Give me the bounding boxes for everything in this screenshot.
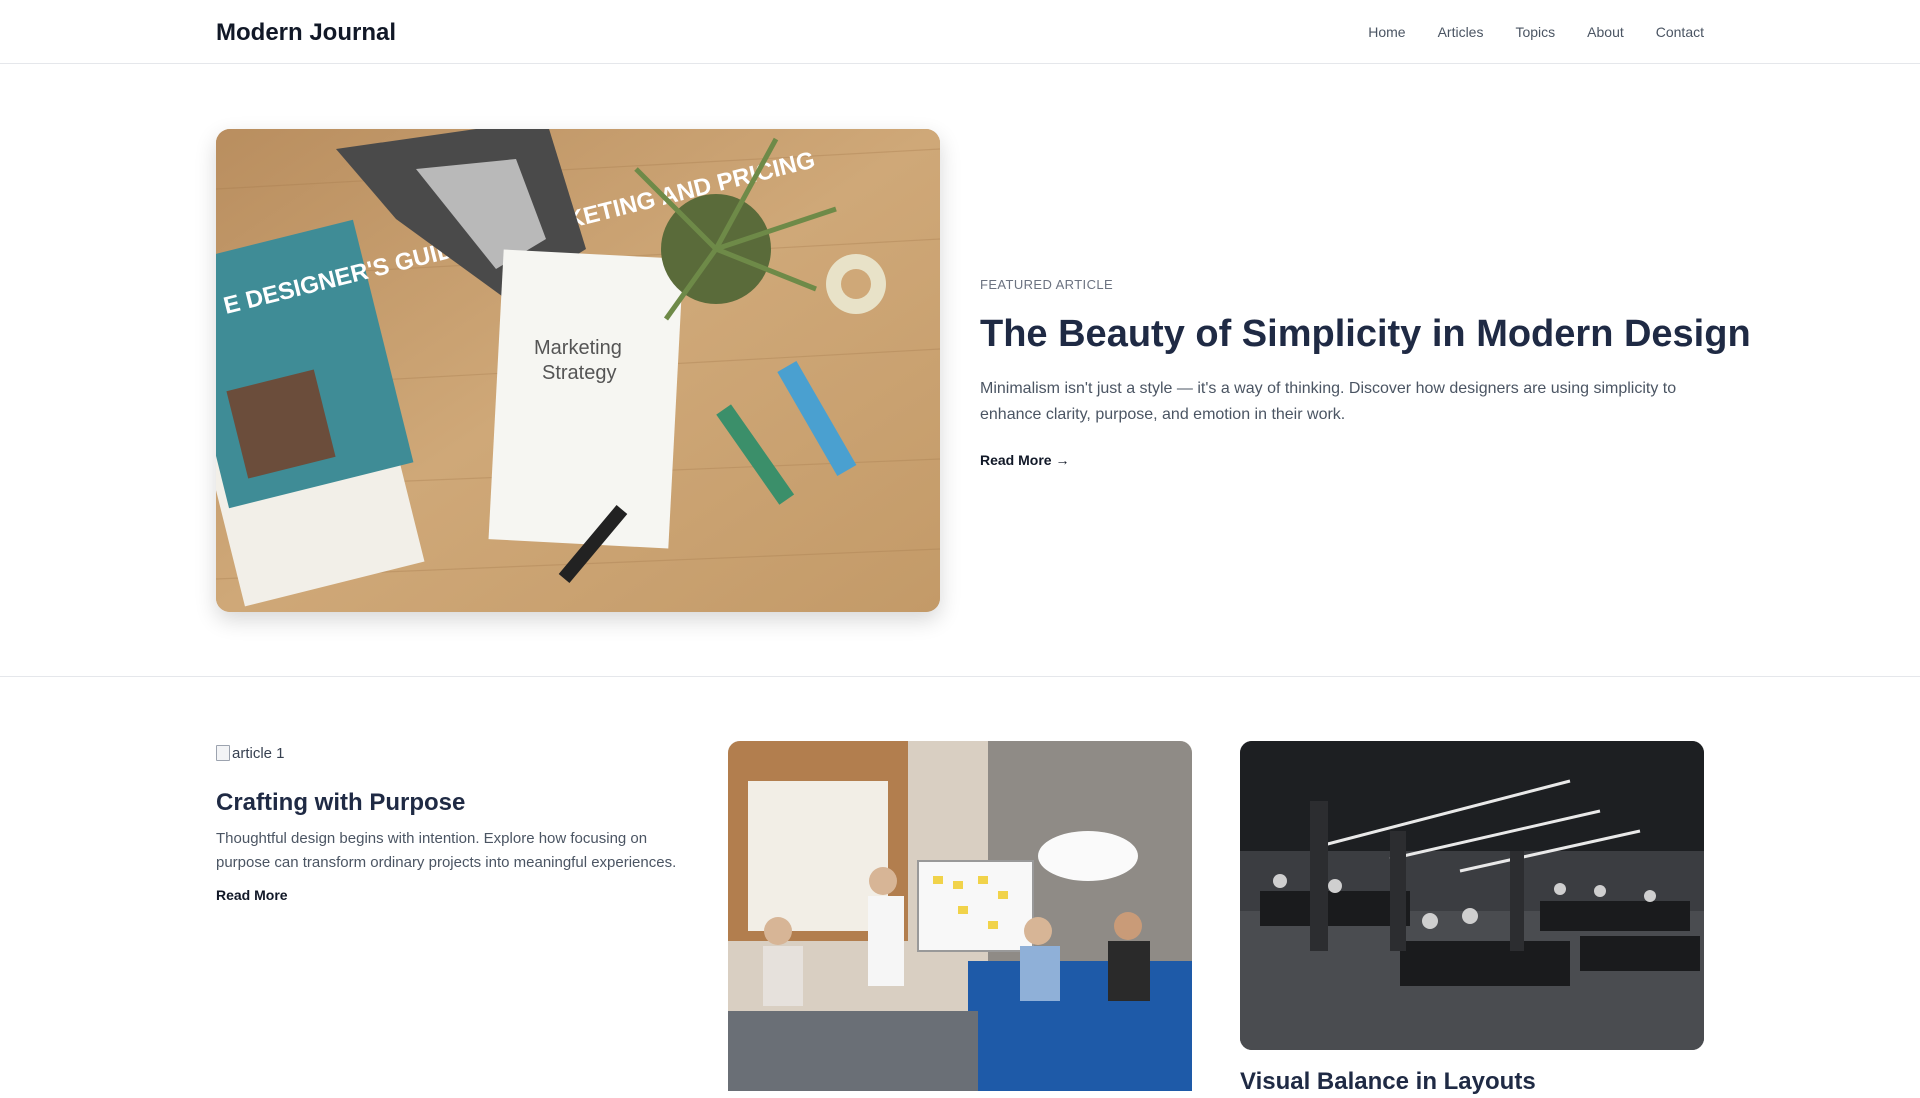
article-2-image[interactable] [728, 741, 1192, 1091]
nav-contact[interactable]: Contact [1656, 22, 1704, 42]
featured-read-more-link[interactable]: Read More → [980, 452, 1069, 468]
article-card-2 [728, 741, 1192, 1091]
nav-articles[interactable]: Articles [1438, 22, 1484, 42]
main-nav: Home Articles Topics About Contact [1368, 22, 1704, 42]
site-logo[interactable]: Modern Journal [216, 18, 396, 48]
article-3-photo [1240, 741, 1704, 1050]
nav-about[interactable]: About [1587, 22, 1624, 42]
featured-eyebrow: FEATURED ARTICLE [980, 277, 1114, 292]
section-divider [0, 676, 1920, 677]
article-1-excerpt: Thoughtful design begins with intention.… [216, 830, 677, 871]
site-header: Modern Journal Home Articles Topics Abou… [0, 0, 1920, 64]
article-2-photo [728, 741, 1192, 1091]
featured-excerpt: Minimalism isn't just a style — it's a w… [980, 380, 1677, 423]
article-1-read-more-link[interactable]: Read More [216, 887, 288, 903]
article-1-image-placeholder[interactable]: article 1 [216, 741, 680, 765]
article-card-1: article 1 Crafting with Purpose Thoughtf… [216, 741, 680, 905]
article-1-title[interactable]: Crafting with Purpose [216, 787, 680, 819]
article-3-title[interactable]: Visual Balance in Layouts [1240, 1066, 1704, 1098]
nav-topics[interactable]: Topics [1515, 22, 1555, 42]
featured-article: FEATURED ARTICLE The Beauty of Simplicit… [980, 276, 1751, 470]
article-3-image[interactable] [1240, 741, 1704, 1050]
featured-photo: E DESIGNER'S GUIDE TO MARKETING AND PRIC… [216, 129, 940, 612]
article-card-3: Visual Balance in Layouts [1240, 741, 1704, 1098]
paper-text-1: Marketing [534, 337, 622, 359]
article-1-image-alt: article 1 [232, 744, 285, 762]
nav-home[interactable]: Home [1368, 22, 1405, 42]
broken-image-icon [216, 745, 230, 761]
paper-text-2: Strategy [542, 362, 616, 384]
featured-title[interactable]: The Beauty of Simplicity in Modern Desig… [980, 310, 1751, 358]
featured-image[interactable]: E DESIGNER'S GUIDE TO MARKETING AND PRIC… [216, 129, 940, 612]
